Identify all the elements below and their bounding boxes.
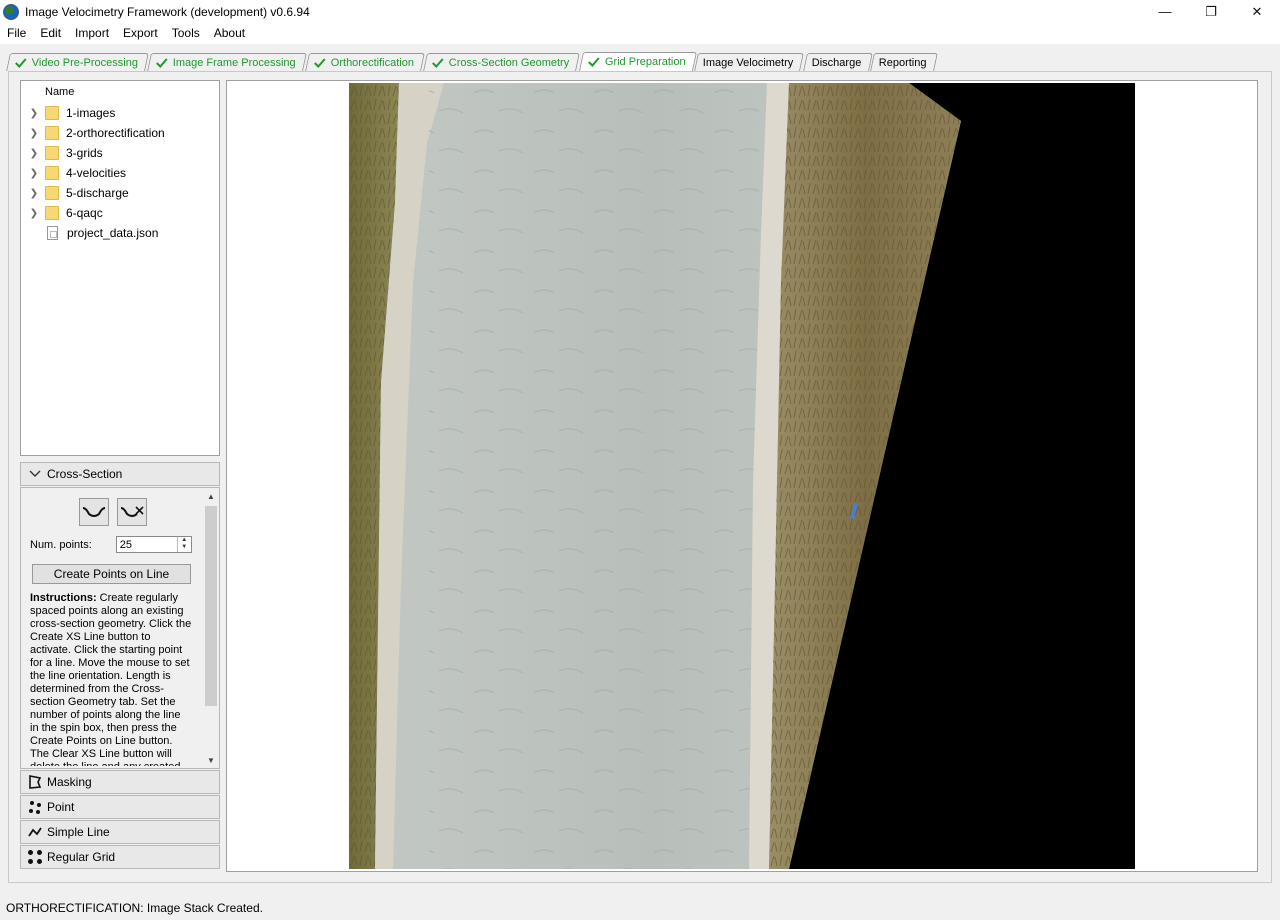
- project-file-tree[interactable]: Name ❯ 1-images ❯ 2-orthorectification ❯…: [20, 80, 220, 456]
- tab-reporting[interactable]: Reporting: [870, 53, 939, 71]
- check-icon: [156, 57, 168, 68]
- clear-xs-line-icon: [120, 506, 144, 517]
- check-icon: [587, 57, 600, 67]
- regular-grid-title: Regular Grid: [47, 850, 116, 864]
- close-button[interactable]: ✕: [1234, 0, 1280, 23]
- points-icon: [26, 800, 44, 814]
- instructions-text: Create regularly spaced points along an …: [30, 592, 192, 766]
- num-points-value[interactable]: 25: [117, 539, 177, 551]
- folder-icon: [45, 166, 59, 180]
- chevron-right-icon[interactable]: ❯: [27, 188, 41, 199]
- create-points-on-line-button[interactable]: Create Points on Line: [32, 564, 191, 584]
- cross-section-panel: Num. points: 25 ▲ ▼ Create Points on Lin…: [20, 487, 220, 769]
- tree-item-label: 2-orthorectification: [66, 126, 165, 140]
- restore-button[interactable]: ❐: [1188, 0, 1234, 23]
- orthorectified-image[interactable]: [349, 83, 1135, 869]
- folder-icon: [45, 106, 59, 120]
- folder-icon: [45, 186, 59, 200]
- json-file-icon: [47, 226, 58, 240]
- spin-up-icon[interactable]: ▲: [178, 537, 191, 544]
- num-points-spinbox[interactable]: 25 ▲ ▼: [115, 536, 192, 553]
- grid-points-icon: [26, 849, 44, 865]
- polyline-icon: [26, 826, 44, 838]
- spin-arrows[interactable]: ▲ ▼: [176, 537, 191, 552]
- num-points-row: Num. points: 25 ▲ ▼: [30, 536, 192, 553]
- check-icon: [314, 57, 326, 68]
- tree-item-folder[interactable]: ❯ 4-velocities: [21, 163, 219, 183]
- masking-title: Masking: [47, 775, 92, 789]
- tab-grid-preparation[interactable]: Grid Preparation: [578, 52, 697, 71]
- cross-section-title: Cross-Section: [47, 467, 123, 481]
- simple-line-title: Simple Line: [47, 825, 110, 839]
- spin-down-icon[interactable]: ▼: [178, 544, 191, 551]
- cross-section-instructions: Instructions: Create regularly spaced po…: [30, 592, 192, 766]
- menu-edit[interactable]: Edit: [33, 23, 68, 44]
- tab-orthorectification[interactable]: Orthorectification: [305, 53, 426, 71]
- xs-line-icon: [82, 507, 106, 517]
- tab-video-pre-processing[interactable]: Video Pre-Processing: [6, 53, 150, 71]
- tab-image-frame-processing[interactable]: Image Frame Processing: [147, 53, 307, 71]
- folder-icon: [45, 146, 59, 160]
- check-icon: [15, 57, 27, 68]
- tree-item-folder[interactable]: ❯ 2-orthorectification: [21, 123, 219, 143]
- menu-export[interactable]: Export: [116, 23, 165, 44]
- cross-section-header[interactable]: Cross-Section: [20, 462, 220, 486]
- instructions-heading: Instructions:: [30, 592, 97, 604]
- scroll-up-icon[interactable]: ▲: [204, 490, 218, 504]
- chevron-right-icon[interactable]: ❯: [27, 108, 41, 119]
- tree-item-label: 6-qaqc: [66, 206, 103, 220]
- tree-item-folder[interactable]: ❯ 6-qaqc: [21, 203, 219, 223]
- menu-file[interactable]: File: [0, 23, 33, 44]
- status-bar: ORTHORECTIFICATION: Image Stack Created.: [6, 901, 263, 915]
- tree-column-header[interactable]: Name: [21, 81, 219, 103]
- cross-section-tool-buttons: [79, 498, 147, 526]
- folder-icon: [45, 126, 59, 140]
- tab-image-velocimetry[interactable]: Image Velocimetry: [694, 53, 805, 71]
- tab-discharge[interactable]: Discharge: [802, 53, 873, 71]
- check-icon: [432, 57, 444, 68]
- menu-about[interactable]: About: [207, 23, 252, 44]
- tree-item-folder[interactable]: ❯ 5-discharge: [21, 183, 219, 203]
- polygon-icon: [26, 775, 44, 789]
- chevron-right-icon[interactable]: ❯: [27, 128, 41, 139]
- scrollbar-thumb[interactable]: [205, 506, 217, 706]
- tree-item-folder[interactable]: ❯ 1-images: [21, 103, 219, 123]
- minimize-button[interactable]: —: [1142, 0, 1188, 23]
- tree-item-file[interactable]: project_data.json: [21, 223, 219, 243]
- point-title: Point: [47, 800, 75, 814]
- num-points-label: Num. points:: [30, 538, 92, 551]
- title-bar: Image Velocimetry Framework (development…: [0, 0, 1280, 23]
- point-header[interactable]: Point: [20, 795, 220, 819]
- folder-icon: [45, 206, 59, 220]
- ortho-image-render: [349, 83, 1135, 869]
- chevron-right-icon[interactable]: ❯: [27, 148, 41, 159]
- chevron-down-icon: [26, 470, 44, 478]
- tab-cross-section-geometry[interactable]: Cross-Section Geometry: [423, 53, 581, 71]
- tree-item-label: 5-discharge: [66, 186, 129, 200]
- app-logo-icon: [3, 3, 19, 20]
- chevron-right-icon[interactable]: ❯: [27, 208, 41, 219]
- window-title: Image Velocimetry Framework (development…: [25, 4, 310, 19]
- menu-tools[interactable]: Tools: [165, 23, 207, 44]
- regular-grid-header[interactable]: Regular Grid: [20, 845, 220, 869]
- window-controls: — ❐ ✕: [1142, 0, 1280, 23]
- instructions-scrollbar[interactable]: ▲ ▼: [204, 490, 218, 768]
- simple-line-header[interactable]: Simple Line: [20, 820, 220, 844]
- tab-bar: Video Pre-Processing Image Frame Process…: [6, 52, 939, 71]
- chevron-right-icon[interactable]: ❯: [27, 168, 41, 179]
- menu-bar: File Edit Import Export Tools About: [0, 23, 1280, 44]
- clear-xs-line-button[interactable]: [117, 498, 147, 526]
- tree-item-label: 3-grids: [66, 146, 103, 160]
- tree-item-label: 1-images: [66, 106, 116, 120]
- menu-import[interactable]: Import: [68, 23, 116, 44]
- tree-item-label: project_data.json: [67, 226, 159, 240]
- scroll-down-icon[interactable]: ▼: [204, 754, 218, 768]
- create-xs-line-button[interactable]: [79, 498, 109, 526]
- grid-toolbox: Cross-Section Num. points: 25 ▲ ▼ Create…: [20, 462, 220, 872]
- tree-item-label: 4-velocities: [66, 166, 127, 180]
- masking-header[interactable]: Masking: [20, 770, 220, 794]
- tree-item-folder[interactable]: ❯ 3-grids: [21, 143, 219, 163]
